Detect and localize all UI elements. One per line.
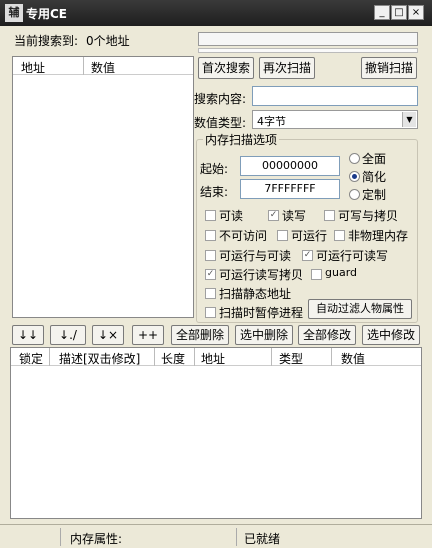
checkbox-pause-scan[interactable] xyxy=(205,307,216,318)
column-header-address[interactable]: 地址 xyxy=(21,59,45,76)
add-all-button[interactable]: ↓↓ xyxy=(12,325,44,345)
app-icon: 辅 xyxy=(5,4,23,22)
radio-simple-label: 简化 xyxy=(362,170,387,184)
checkbox-read-label: 可读 xyxy=(219,209,244,223)
minimize-button[interactable]: _ xyxy=(374,5,390,20)
address-table[interactable]: 锁定 描述[双击修改] 长度 地址 类型 数值 xyxy=(10,347,422,519)
checkbox-copy-write[interactable] xyxy=(324,210,335,221)
radio-simple[interactable] xyxy=(349,171,360,182)
address-table-header: 锁定 描述[双击修改] 长度 地址 类型 数值 xyxy=(11,348,421,366)
search-content-input[interactable] xyxy=(252,86,418,106)
column-separator xyxy=(331,348,332,366)
checkbox-write[interactable]: ✓ xyxy=(268,210,279,221)
column-header-length[interactable]: 长度 xyxy=(161,350,185,367)
status-separator xyxy=(236,528,237,546)
first-scan-button[interactable]: 首次搜索 xyxy=(198,57,254,79)
add-manual-button[interactable]: ++ xyxy=(132,325,164,345)
column-separator xyxy=(154,348,155,366)
search-result-label: 当前搜索到: xyxy=(14,34,79,48)
value-type-label: 数值类型: xyxy=(194,116,247,130)
checkbox-exec-write[interactable]: ✓ xyxy=(302,250,313,261)
memory-attribute-label: 内存属性: xyxy=(70,532,123,546)
radio-custom-label: 定制 xyxy=(362,188,387,202)
chevron-down-icon[interactable]: ▼ xyxy=(402,112,416,127)
search-result-count: 0个地址 xyxy=(86,34,130,48)
auto-filter-button[interactable]: 自动过滤人物属性 xyxy=(308,299,412,319)
next-scan-button[interactable]: 再次扫描 xyxy=(259,57,315,79)
checkbox-guard-label: guard xyxy=(325,266,358,279)
column-header-address[interactable]: 地址 xyxy=(201,350,225,367)
start-address-label: 起始: xyxy=(200,162,229,176)
column-separator xyxy=(271,348,272,366)
checkbox-non-physical-label: 非物理内存 xyxy=(348,229,409,243)
status-separator xyxy=(60,528,61,546)
add-checked-button[interactable]: ↓./ xyxy=(50,325,86,345)
checkbox-exec-rw-copy[interactable]: ✓ xyxy=(205,269,216,280)
checkbox-no-access[interactable] xyxy=(205,230,216,241)
checkbox-exec-write-label: 可运行可读写 xyxy=(316,249,389,263)
status-bar: 内存属性: 已就绪 xyxy=(0,524,432,548)
checkbox-executable[interactable] xyxy=(277,230,288,241)
value-type-selected: 4字节 xyxy=(257,115,286,128)
column-header-description[interactable]: 描述[双击修改] xyxy=(59,350,140,367)
close-button[interactable]: × xyxy=(408,5,424,20)
delete-selected-button[interactable]: 选中删除 xyxy=(235,325,293,345)
edit-all-button[interactable]: 全部修改 xyxy=(298,325,356,345)
progress-bar xyxy=(198,32,418,46)
checkbox-static-only-label: 扫描静态地址 xyxy=(219,287,292,301)
end-address-input[interactable]: 7FFFFFFF xyxy=(240,179,340,199)
checkbox-executable-label: 可运行 xyxy=(291,229,328,243)
search-content-label: 搜索内容: xyxy=(194,92,247,106)
column-header-lock[interactable]: 锁定 xyxy=(19,350,43,367)
checkbox-exec-read[interactable] xyxy=(205,250,216,261)
title-bar: 辅 专用CE _ □ × xyxy=(0,0,432,26)
column-separator xyxy=(49,348,50,366)
results-list-header: 地址 数值 xyxy=(13,57,193,75)
checkbox-write-label: 读写 xyxy=(282,209,307,223)
checkbox-exec-rw-copy-label: 可运行读写拷贝 xyxy=(219,268,304,282)
undo-scan-button[interactable]: 撤销扫描 xyxy=(361,57,417,79)
radio-full[interactable] xyxy=(349,153,360,164)
checkbox-no-access-label: 不可访问 xyxy=(219,229,268,243)
checkbox-copy-write-label: 可写与拷贝 xyxy=(338,209,399,223)
end-address-label: 结束: xyxy=(200,185,229,199)
status-text: 已就绪 xyxy=(244,532,281,546)
checkbox-read[interactable] xyxy=(205,210,216,221)
progress-bar-secondary xyxy=(198,48,418,53)
radio-custom[interactable] xyxy=(349,189,360,200)
checkbox-static-only[interactable] xyxy=(205,288,216,299)
value-type-select[interactable]: 4字节 ▼ xyxy=(252,110,418,129)
checkbox-non-physical[interactable] xyxy=(334,230,345,241)
column-header-type[interactable]: 类型 xyxy=(279,350,303,367)
maximize-button[interactable]: □ xyxy=(391,5,407,20)
memory-scan-options-title: 内存扫描选项 xyxy=(203,131,280,148)
edit-selected-button[interactable]: 选中修改 xyxy=(362,325,420,345)
delete-all-button[interactable]: 全部删除 xyxy=(171,325,229,345)
checkbox-exec-read-label: 可运行与可读 xyxy=(219,249,292,263)
column-header-value[interactable]: 数值 xyxy=(91,59,115,76)
start-address-input[interactable]: 00000000 xyxy=(240,156,340,176)
column-header-value[interactable]: 数值 xyxy=(341,350,365,367)
radio-full-label: 全面 xyxy=(362,152,387,166)
add-cancel-button[interactable]: ↓× xyxy=(92,325,124,345)
window-title: 专用CE xyxy=(26,7,68,21)
checkbox-guard[interactable] xyxy=(311,269,322,280)
column-separator xyxy=(83,57,84,75)
checkbox-pause-scan-label: 扫描时暂停进程 xyxy=(219,306,304,320)
column-separator xyxy=(194,348,195,366)
results-list[interactable]: 地址 数值 xyxy=(12,56,194,318)
